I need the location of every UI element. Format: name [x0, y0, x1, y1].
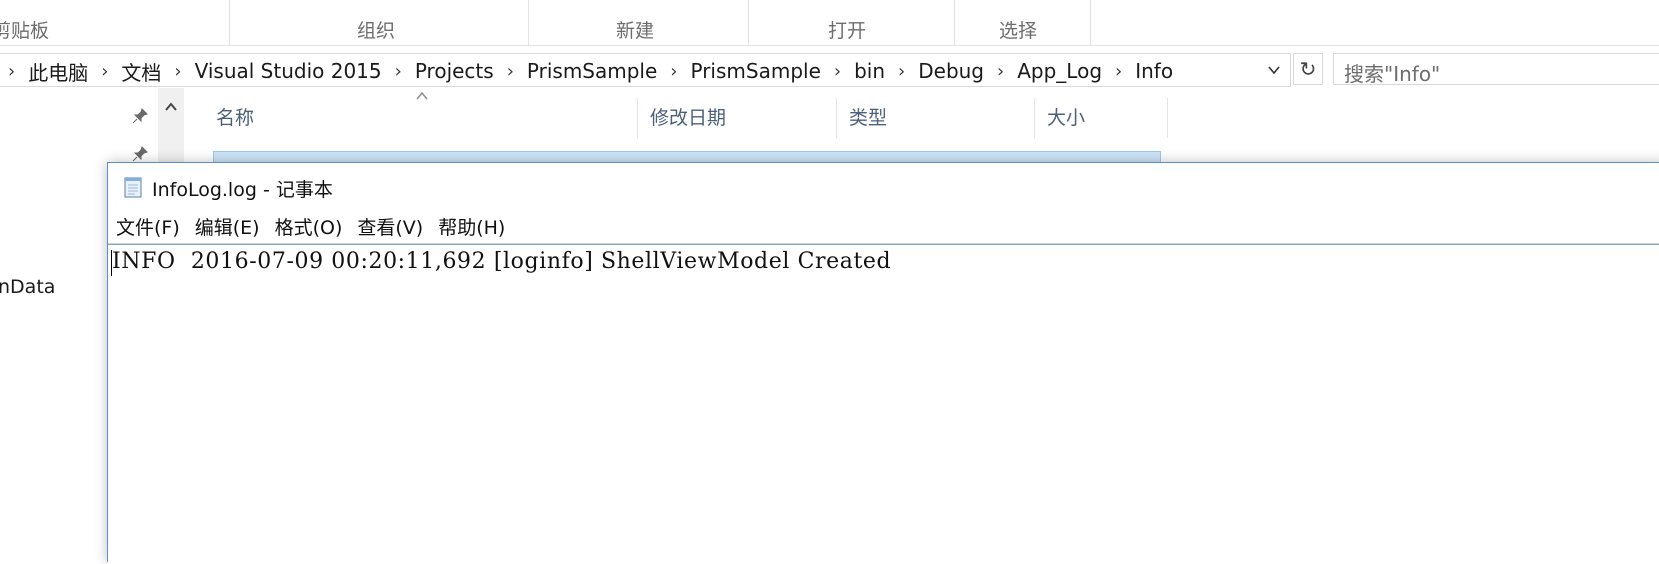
ribbon-group-clipboard[interactable]: 剪贴板 [0, 0, 230, 45]
breadcrumb-separator-icon[interactable]: › [1115, 61, 1122, 82]
nav-item-appdata[interactable]: nData [0, 276, 55, 298]
pin-icon[interactable] [131, 107, 149, 129]
ribbon-group-open[interactable]: 打开 [748, 0, 955, 45]
notepad-window[interactable]: InfoLog.log - 记事本 文件(F) 编辑(E) 格式(O) 查看(V… [107, 162, 1659, 564]
ribbon-group-new[interactable]: 新建 [528, 0, 749, 45]
breadcrumb-separator-icon[interactable]: › [670, 61, 677, 82]
menu-file[interactable]: 文件(F) [108, 213, 187, 240]
ribbon-group-label: 选择 [999, 20, 1038, 42]
menu-edit[interactable]: 编辑(E) [187, 213, 267, 240]
text-editor[interactable]: INFO 2016-07-09 00:20:11,692 [loginfo] S… [108, 244, 1659, 564]
notepad-icon [121, 175, 145, 199]
ribbon-group-label: 剪贴板 [0, 20, 50, 42]
column-header-type[interactable]: 类型 [837, 98, 1035, 138]
address-bar[interactable]: › 此电脑 › 文档 › Visual Studio 2015 › Projec… [0, 53, 1291, 87]
menu-format[interactable]: 格式(O) [267, 213, 350, 240]
column-header-size[interactable]: 大小 [1035, 98, 1168, 138]
breadcrumb: › 此电脑 › 文档 › Visual Studio 2015 › Projec… [0, 57, 1173, 86]
chevron-up-icon[interactable] [158, 100, 184, 118]
ribbon-group-select[interactable]: 选择 [954, 0, 1091, 45]
breadcrumb-item[interactable]: PrismSample [527, 59, 657, 83]
refresh-icon[interactable]: ↻ [1293, 53, 1323, 85]
breadcrumb-separator-icon[interactable]: › [997, 61, 1004, 82]
search-placeholder: 搜索"Info" [1344, 62, 1441, 86]
breadcrumb-item[interactable]: Projects [415, 59, 494, 83]
menu-view[interactable]: 查看(V) [349, 213, 430, 240]
column-header-modified[interactable]: 修改日期 [638, 98, 837, 138]
ribbon-group-label: 打开 [828, 20, 867, 42]
breadcrumb-separator-icon[interactable]: › [834, 61, 841, 82]
menu-bar: 文件(F) 编辑(E) 格式(O) 查看(V) 帮助(H) [108, 210, 1659, 244]
file-explorer-window: 剪贴板 组织 新建 打开 选择 › 此电脑 › 文档 › Visual Stud… [0, 0, 1659, 564]
address-row: › 此电脑 › 文档 › Visual Studio 2015 › Projec… [0, 52, 1659, 88]
breadcrumb-item[interactable]: Info [1135, 59, 1173, 83]
breadcrumb-item[interactable]: 此电脑 [28, 57, 88, 86]
breadcrumb-item[interactable]: PrismSample [691, 59, 821, 83]
breadcrumb-item[interactable]: bin [854, 59, 885, 83]
breadcrumb-separator-icon[interactable]: › [174, 61, 181, 82]
search-input[interactable]: 搜索"Info" [1333, 53, 1659, 86]
log-line: INFO 2016-07-09 00:20:11,692 [loginfo] S… [112, 249, 892, 274]
breadcrumb-item[interactable]: App_Log [1017, 59, 1102, 83]
breadcrumb-separator-icon[interactable]: › [507, 61, 514, 82]
ribbon-group-organize[interactable]: 组织 [229, 0, 529, 45]
ribbon-group-label: 组织 [357, 20, 396, 42]
breadcrumb-item[interactable]: 文档 [121, 57, 161, 86]
column-header-name[interactable]: 名称 [204, 98, 638, 138]
breadcrumb-item[interactable]: Debug [918, 59, 984, 83]
breadcrumb-separator-icon[interactable]: › [101, 61, 108, 82]
breadcrumb-separator-icon[interactable]: › [8, 61, 15, 82]
title-bar[interactable]: InfoLog.log - 记事本 [108, 163, 1659, 208]
breadcrumb-item[interactable]: Visual Studio 2015 [195, 59, 382, 83]
breadcrumb-separator-icon[interactable]: › [395, 61, 402, 82]
chevron-down-icon[interactable] [1266, 62, 1286, 82]
ribbon: 剪贴板 组织 新建 打开 选择 [0, 0, 1659, 46]
ribbon-group-label: 新建 [616, 20, 655, 42]
breadcrumb-separator-icon[interactable]: › [898, 61, 905, 82]
window-title: InfoLog.log - 记事本 [152, 179, 333, 201]
menu-help[interactable]: 帮助(H) [430, 213, 512, 240]
